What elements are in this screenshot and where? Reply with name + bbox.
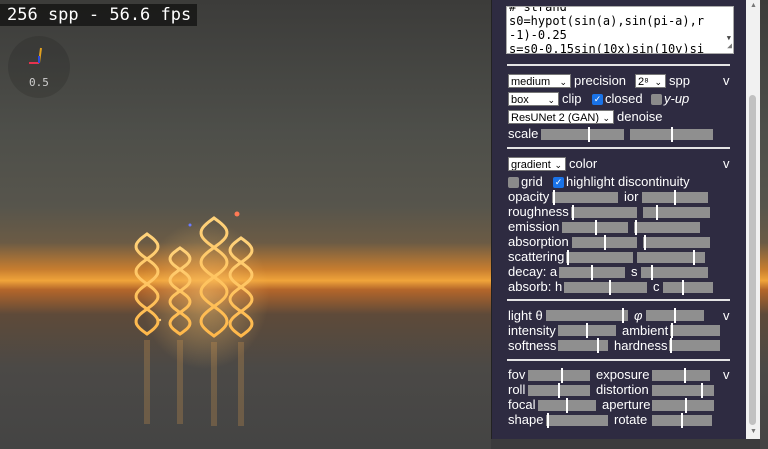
material-slider2-3[interactable] bbox=[643, 235, 710, 250]
aperture-slider[interactable] bbox=[652, 398, 714, 413]
roll-slider[interactable] bbox=[528, 383, 590, 398]
exposure-slider[interactable] bbox=[652, 368, 710, 383]
material-label-6: absorb: h bbox=[508, 279, 563, 294]
scale-label: scale bbox=[508, 126, 539, 141]
fov-label: fov bbox=[508, 367, 526, 382]
rotate-slider[interactable] bbox=[652, 413, 712, 428]
material-slider-1[interactable] bbox=[571, 205, 637, 220]
ambient-slider[interactable] bbox=[670, 323, 720, 338]
material-label-0: opacity bbox=[508, 189, 550, 204]
clip-select[interactable]: box ⌄ bbox=[508, 92, 559, 106]
precision-select[interactable]: medium ⌄ bbox=[508, 74, 571, 88]
scroll-thumb[interactable] bbox=[749, 95, 756, 425]
sparkle bbox=[234, 211, 240, 217]
material-label-5: decay: a bbox=[508, 264, 558, 279]
fov-slider[interactable] bbox=[528, 368, 590, 383]
material-label-4: scattering bbox=[508, 249, 565, 264]
rotate-label: rotate bbox=[614, 412, 648, 427]
light-theta-label: light θ bbox=[508, 308, 543, 323]
resize-grip-icon[interactable]: ◢ bbox=[727, 39, 732, 53]
section-divider bbox=[507, 359, 730, 361]
material-slider-0[interactable] bbox=[552, 190, 618, 205]
light-theta-slider[interactable] bbox=[546, 308, 628, 323]
hardness-slider[interactable] bbox=[669, 338, 720, 353]
material-slider2-6[interactable] bbox=[663, 280, 713, 295]
collapse-camera-icon[interactable]: v bbox=[723, 367, 730, 382]
zoom-readout: 0.5 bbox=[29, 76, 49, 89]
color-label: color bbox=[569, 156, 598, 171]
focal-label: focal bbox=[508, 397, 536, 412]
highlight-label: highlight discontinuity bbox=[566, 174, 690, 189]
material-label-1: roughness bbox=[508, 204, 569, 219]
yup-checkbox[interactable] bbox=[651, 94, 662, 105]
scale-slider-2[interactable] bbox=[630, 127, 713, 142]
grid-label: grid bbox=[521, 174, 543, 189]
section-divider bbox=[507, 64, 730, 66]
color-select[interactable]: gradient ⌄ bbox=[508, 157, 566, 171]
material-slider2-5[interactable] bbox=[641, 265, 708, 280]
clip-label: clip bbox=[562, 91, 582, 106]
intensity-label: intensity bbox=[508, 323, 556, 338]
material-slider-4[interactable] bbox=[566, 250, 633, 265]
aperture-label: aperture bbox=[602, 397, 651, 412]
intensity-slider[interactable] bbox=[558, 323, 616, 338]
material-slider2-2[interactable] bbox=[634, 220, 700, 235]
scale-slider[interactable] bbox=[541, 127, 624, 142]
material-slider-3[interactable] bbox=[572, 235, 637, 250]
light-phi-slider[interactable] bbox=[646, 308, 704, 323]
roll-label: roll bbox=[508, 382, 526, 397]
collapse-material-icon[interactable]: v bbox=[723, 156, 730, 171]
denoise-label: denoise bbox=[617, 109, 663, 124]
material-slider2-4[interactable] bbox=[637, 250, 705, 265]
material-label-2: emission bbox=[508, 219, 560, 234]
denoise-select[interactable]: ResUNet 2 (GAN) ⌄ bbox=[508, 110, 614, 124]
spp-label: spp bbox=[669, 73, 690, 88]
window-bottom-strip bbox=[491, 439, 760, 449]
material-slider-2[interactable] bbox=[562, 220, 628, 235]
material-slider2-1[interactable] bbox=[643, 205, 710, 220]
softness-slider[interactable] bbox=[558, 338, 608, 353]
grid-checkbox[interactable] bbox=[508, 177, 519, 188]
distortion-slider[interactable] bbox=[652, 383, 714, 398]
softness-label: softness bbox=[508, 338, 557, 353]
formula-editor[interactable]: # strand s0=hypot(sin(a),sin(pi-a),r -1)-0… bbox=[506, 6, 734, 54]
scroll-down-icon[interactable]: ▼ bbox=[750, 428, 757, 435]
closed-label: closed bbox=[605, 91, 643, 106]
collapse-render-icon[interactable]: v bbox=[723, 73, 730, 88]
material-label2-5: s bbox=[631, 264, 638, 279]
hardness-label: hardness bbox=[614, 338, 668, 353]
closed-checkbox[interactable]: ✓ bbox=[592, 94, 603, 105]
yup-label: y-up bbox=[664, 91, 690, 106]
material-slider2-0[interactable] bbox=[642, 190, 708, 205]
focal-slider[interactable] bbox=[538, 398, 596, 413]
material-label2-0: ior bbox=[624, 189, 639, 204]
section-divider bbox=[507, 299, 730, 301]
material-slider-5[interactable] bbox=[559, 265, 625, 280]
spp-select[interactable]: 2⁸ ⌄ bbox=[635, 74, 666, 88]
distortion-label: distortion bbox=[596, 382, 649, 397]
shape-slider[interactable] bbox=[546, 413, 608, 428]
helix-strand bbox=[134, 232, 160, 336]
helix-strand bbox=[199, 216, 229, 338]
sparkle bbox=[158, 318, 162, 322]
fps-counter: 256 spp - 56.6 fps bbox=[0, 4, 198, 26]
scroll-up-icon[interactable]: ▲ bbox=[750, 2, 757, 9]
section-divider bbox=[507, 147, 730, 149]
panel-scrollbar[interactable]: ▲ ▼ bbox=[746, 0, 760, 439]
formula-text: # strand s0=hypot(sin(a),sin(pi-a),r -1)-0… bbox=[509, 6, 705, 54]
precision-label: precision bbox=[574, 73, 627, 88]
light-phi-label: φ bbox=[634, 308, 643, 323]
highlight-checkbox[interactable]: ✓ bbox=[553, 177, 564, 188]
collapse-light-icon[interactable]: v bbox=[723, 308, 730, 323]
sparkle bbox=[188, 223, 192, 227]
shape-label: shape bbox=[508, 412, 544, 427]
exposure-label: exposure bbox=[596, 367, 650, 382]
helix-strand bbox=[228, 236, 254, 338]
material-label-3: absorption bbox=[508, 234, 569, 249]
material-label2-6: c bbox=[653, 279, 660, 294]
helix-strand bbox=[168, 246, 192, 336]
ambient-label: ambient bbox=[622, 323, 669, 338]
material-slider-6[interactable] bbox=[564, 280, 647, 295]
